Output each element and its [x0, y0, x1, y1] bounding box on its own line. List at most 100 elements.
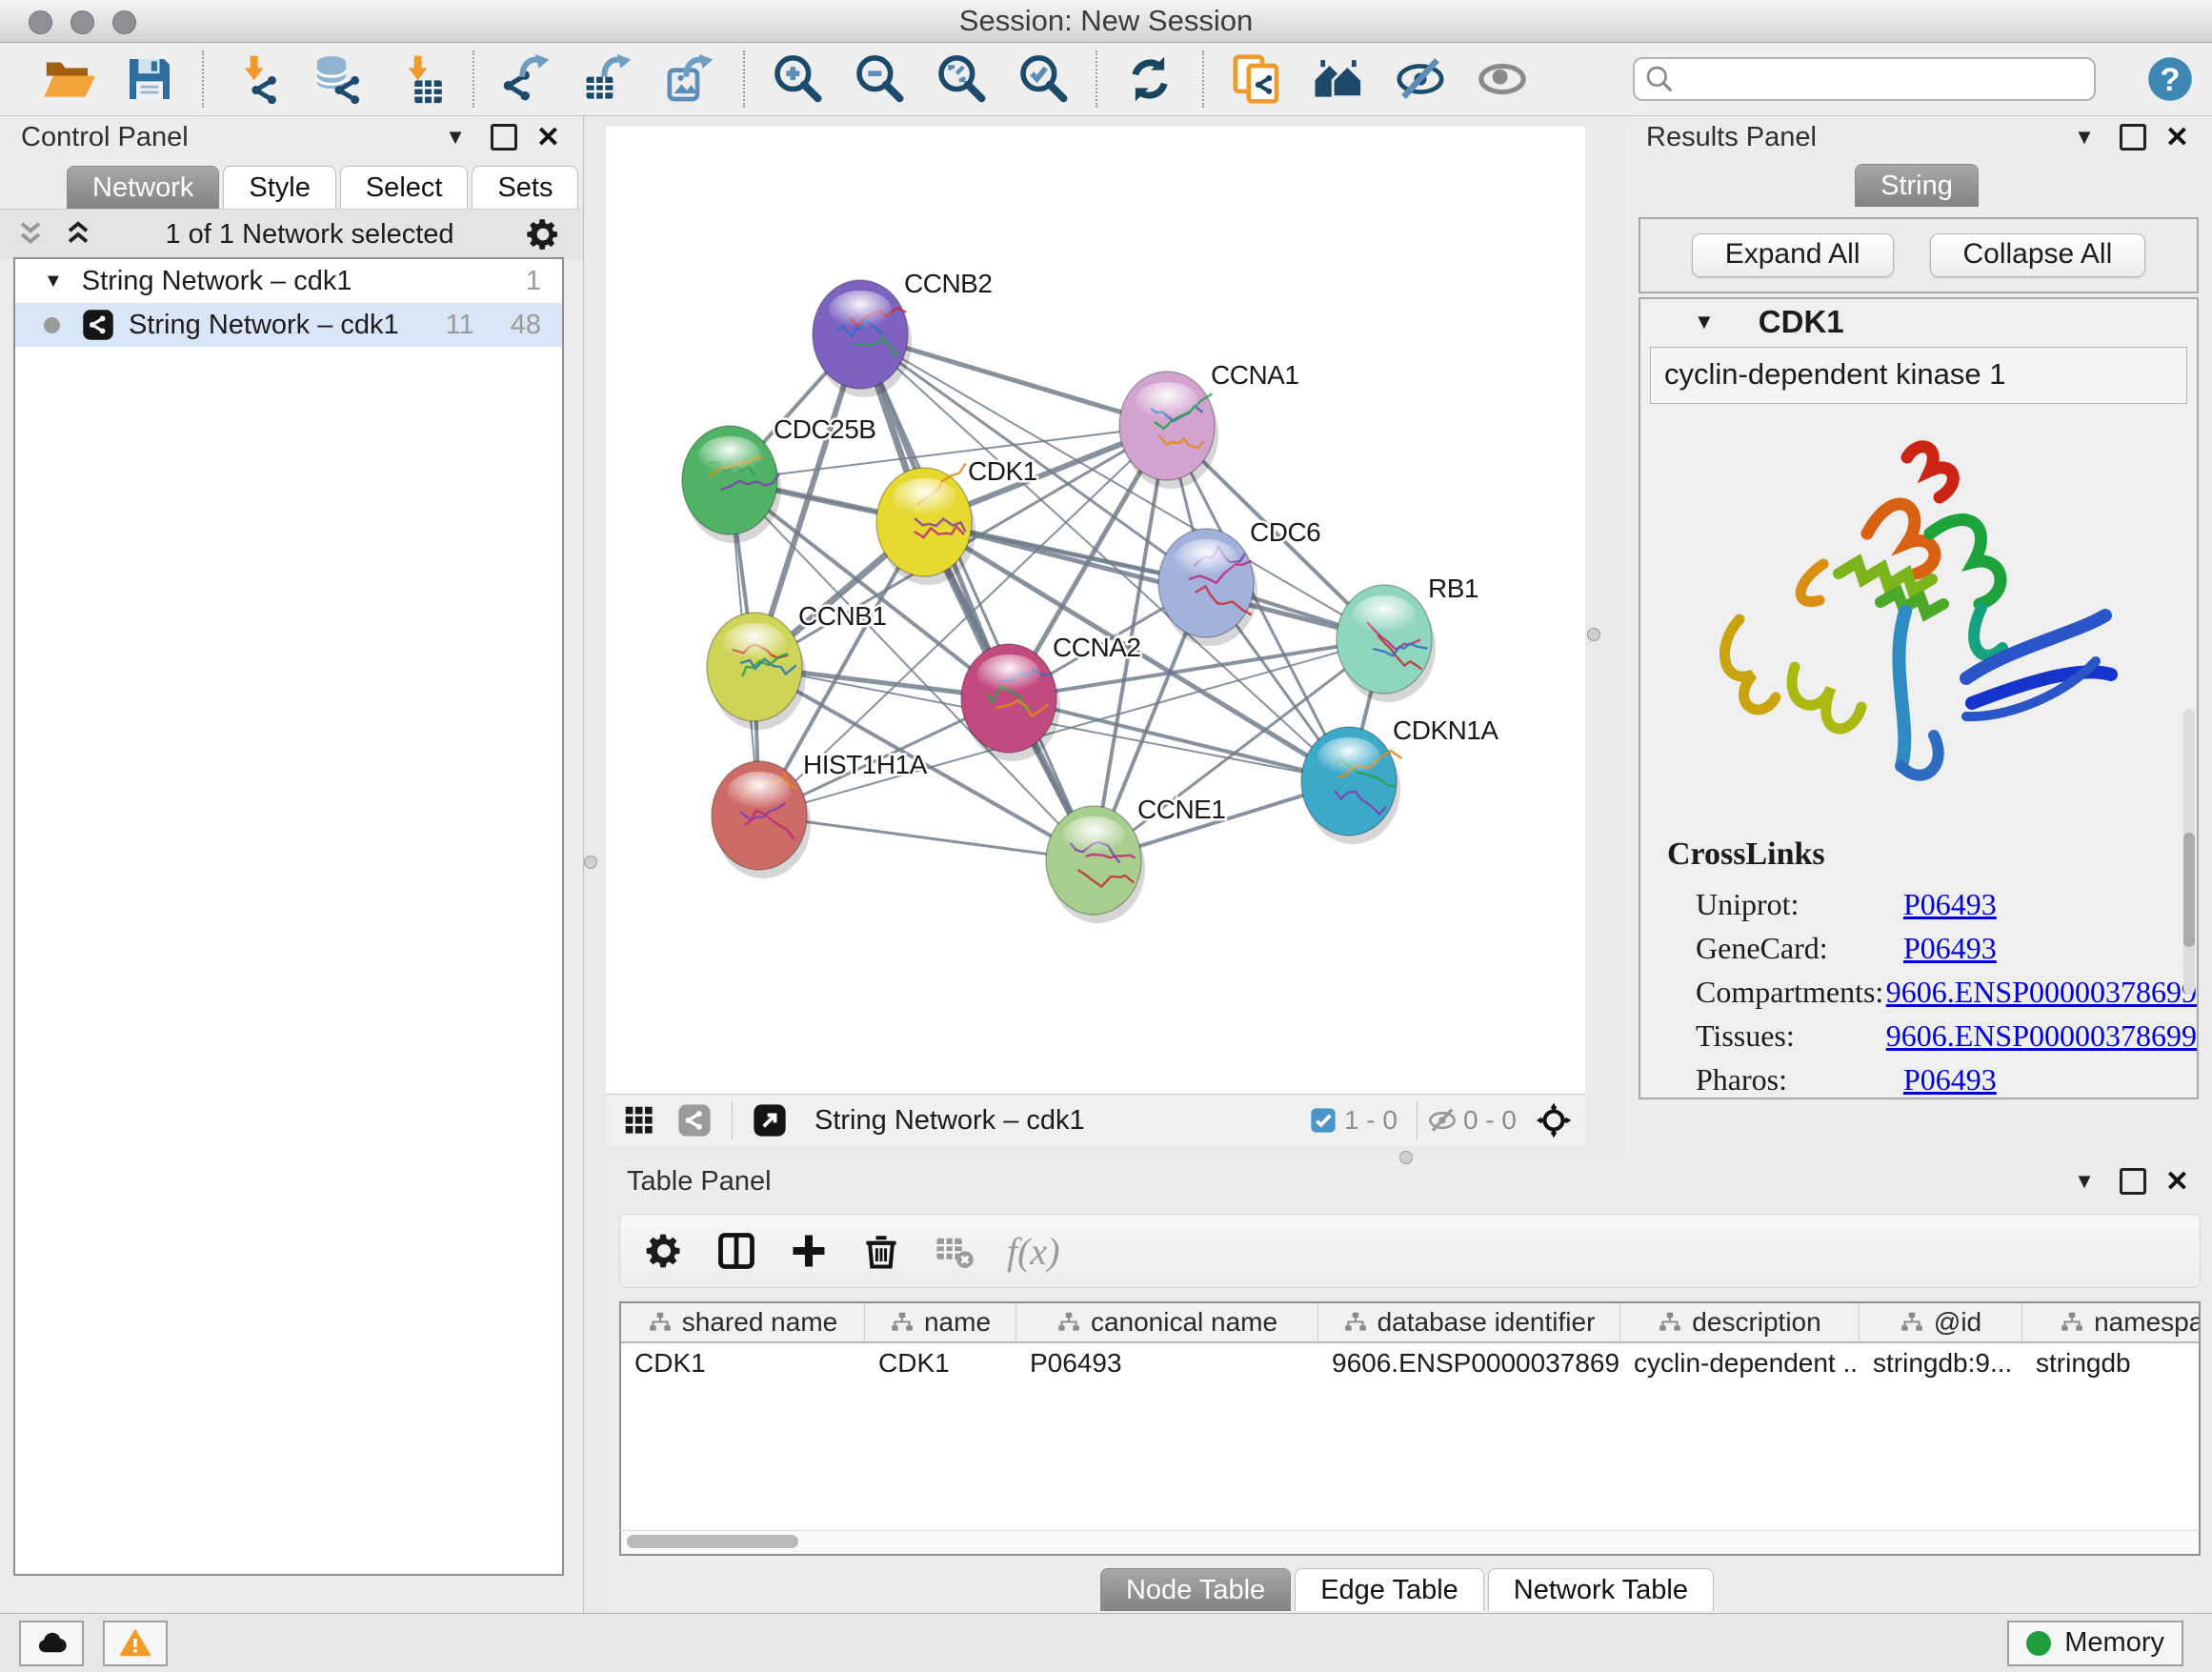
help-icon[interactable]: ? [2145, 54, 2195, 104]
panel-menu-icon[interactable]: ▼ [2074, 1169, 2095, 1194]
gene-collapse-icon[interactable]: ▼ [1694, 310, 1715, 334]
crosslink-link[interactable]: 9606.ENSP00000378699 [1886, 1018, 2197, 1054]
crosslink-link[interactable]: P06493 [1903, 887, 1997, 922]
network-node-ccnb1[interactable]: CCNB1 [707, 601, 886, 730]
results-scrollbar-thumb[interactable] [2183, 833, 2195, 947]
window-minimize-button[interactable] [70, 10, 94, 34]
column-header-description[interactable]: description [1620, 1303, 1860, 1341]
network-node-ccne1[interactable]: CCNE1 [1046, 795, 1225, 923]
network-node-hist1h1a[interactable]: HIST1H1A [712, 750, 928, 878]
table-cell[interactable]: CDK1 [621, 1348, 865, 1379]
export-network-icon[interactable] [500, 52, 553, 106]
crosslink-link[interactable]: P06493 [1903, 931, 1997, 966]
table-cell[interactable]: 9606.ENSP00000378699 [1318, 1348, 1620, 1379]
hide-selected-icon[interactable] [1394, 52, 1447, 106]
column-header-databaseidentifier[interactable]: database identifier [1318, 1303, 1620, 1341]
bottom-divider-handle[interactable] [1399, 1151, 1413, 1164]
tab-style[interactable]: Style [223, 166, 335, 209]
panel-float-icon[interactable] [491, 124, 517, 151]
hidden-eye-slash-icon[interactable] [1427, 1105, 1458, 1136]
zoom-selected-icon[interactable] [1016, 52, 1070, 106]
network-edge[interactable] [860, 334, 1094, 860]
column-header-sharedname[interactable]: shared name [621, 1303, 865, 1341]
save-icon[interactable] [123, 52, 176, 106]
gene-header-row[interactable]: ▼ CDK1 [1640, 299, 2197, 345]
panel-close-icon[interactable]: ✕ [2165, 121, 2189, 154]
show-columns-icon[interactable] [715, 1230, 757, 1272]
panel-float-icon[interactable] [2120, 124, 2146, 151]
tab-node-table[interactable]: Node Table [1100, 1568, 1291, 1611]
panel-menu-icon[interactable]: ▼ [2074, 125, 2095, 150]
memory-button[interactable]: Memory [2007, 1621, 2183, 1666]
zoom-out-icon[interactable] [853, 52, 906, 106]
add-column-icon[interactable] [788, 1230, 830, 1272]
tab-select[interactable]: Select [340, 166, 469, 209]
panel-close-icon[interactable]: ✕ [536, 121, 560, 154]
tab-network-table[interactable]: Network Table [1488, 1568, 1714, 1611]
table-cell[interactable]: stringdb [2022, 1348, 2201, 1379]
network-graph[interactable]: CCNB2CCNA1CDC25BCDK1CDC6RB1CCNB1CCNA2CDK… [606, 127, 1585, 1094]
tab-network[interactable]: Network [67, 166, 219, 209]
network-node-ccnb2[interactable]: CCNB2 [813, 269, 992, 397]
column-header-canonicalname[interactable]: canonical name [1016, 1303, 1318, 1341]
zoom-fit-icon[interactable] [935, 52, 988, 106]
show-all-icon[interactable] [1476, 52, 1529, 106]
left-divider-handle[interactable] [584, 856, 597, 869]
network-node-rb1[interactable]: RB1 [1337, 574, 1478, 702]
node-table[interactable]: shared namenamecanonical namedatabase id… [619, 1301, 2201, 1532]
network-row[interactable]: String Network – cdk1 11 48 [15, 303, 562, 347]
table-hscrollbar-track[interactable] [619, 1530, 2201, 1556]
open-folder-icon[interactable] [41, 52, 94, 106]
column-header-namespace[interactable]: namespace [2022, 1303, 2201, 1341]
panel-menu-icon[interactable]: ▼ [445, 125, 466, 150]
delete-column-icon[interactable] [860, 1230, 902, 1272]
tab-sets[interactable]: Sets [472, 166, 578, 209]
expand-all-icon[interactable] [61, 217, 95, 252]
export-table-icon[interactable] [582, 52, 635, 106]
table-cell[interactable]: stringdb:9... [1860, 1348, 2022, 1379]
search-input[interactable] [1633, 57, 2096, 101]
panel-close-icon[interactable]: ✕ [2165, 1165, 2189, 1199]
collapse-all-icon[interactable] [13, 217, 48, 252]
selected-checkbox-icon[interactable] [1308, 1105, 1338, 1136]
network-overview-icon[interactable] [676, 1102, 713, 1138]
table-hscrollbar-thumb[interactable] [627, 1535, 798, 1548]
collection-expand-icon[interactable]: ▼ [44, 271, 63, 292]
expand-all-button[interactable]: Expand All [1692, 233, 1894, 277]
crosslink-link[interactable]: 9606.ENSP00000378699 [1886, 975, 2197, 1010]
detach-view-icon[interactable] [752, 1102, 788, 1138]
string-import-icon[interactable] [1230, 52, 1283, 106]
import-network-icon[interactable] [230, 52, 283, 106]
network-options-gear-icon[interactable] [524, 215, 562, 253]
collapse-all-button[interactable]: Collapse All [1930, 233, 2146, 277]
warnings-button[interactable] [103, 1621, 168, 1666]
right-divider-handle[interactable] [1587, 628, 1600, 641]
import-table-icon[interactable] [393, 52, 447, 106]
refresh-icon[interactable] [1123, 52, 1176, 106]
network-node-cdc6[interactable]: CDC6 [1158, 517, 1320, 646]
table-options-gear-icon[interactable] [643, 1230, 685, 1272]
network-canvas[interactable]: CCNB2CCNA1CDC25BCDK1CDC6RB1CCNB1CCNA2CDK… [606, 127, 1585, 1094]
fit-content-crosshair-icon[interactable] [1536, 1102, 1572, 1138]
network-node-cdkn1a[interactable]: CDKN1A [1301, 715, 1498, 844]
table-row[interactable]: CDK1CDK1P064939606.ENSP00000378699cyclin… [621, 1343, 2199, 1383]
table-cell[interactable]: P06493 [1016, 1348, 1318, 1379]
column-header-id[interactable]: @id [1860, 1303, 2022, 1341]
column-header-name[interactable]: name [865, 1303, 1016, 1341]
tab-string[interactable]: String [1855, 164, 1979, 207]
window-zoom-button[interactable] [112, 10, 136, 34]
cloud-button[interactable] [19, 1621, 84, 1666]
network-node-cdk1[interactable]: CDK1 [876, 456, 1037, 585]
window-close-button[interactable] [29, 10, 52, 34]
crosslink-link[interactable]: P06493 [1903, 1062, 1997, 1098]
homes-icon[interactable] [1312, 52, 1365, 106]
zoom-in-icon[interactable] [771, 52, 824, 106]
birdseye-grid-icon[interactable] [621, 1102, 657, 1138]
table-cell[interactable]: CDK1 [865, 1348, 1016, 1379]
table-cell[interactable]: cyclin-dependent ... [1620, 1348, 1860, 1379]
network-node-cdc25b[interactable]: CDC25B [682, 414, 875, 543]
import-database-icon[interactable] [312, 52, 365, 106]
tab-edge-table[interactable]: Edge Table [1295, 1568, 1484, 1611]
panel-float-icon[interactable] [2120, 1168, 2146, 1195]
export-image-icon[interactable] [664, 52, 717, 106]
